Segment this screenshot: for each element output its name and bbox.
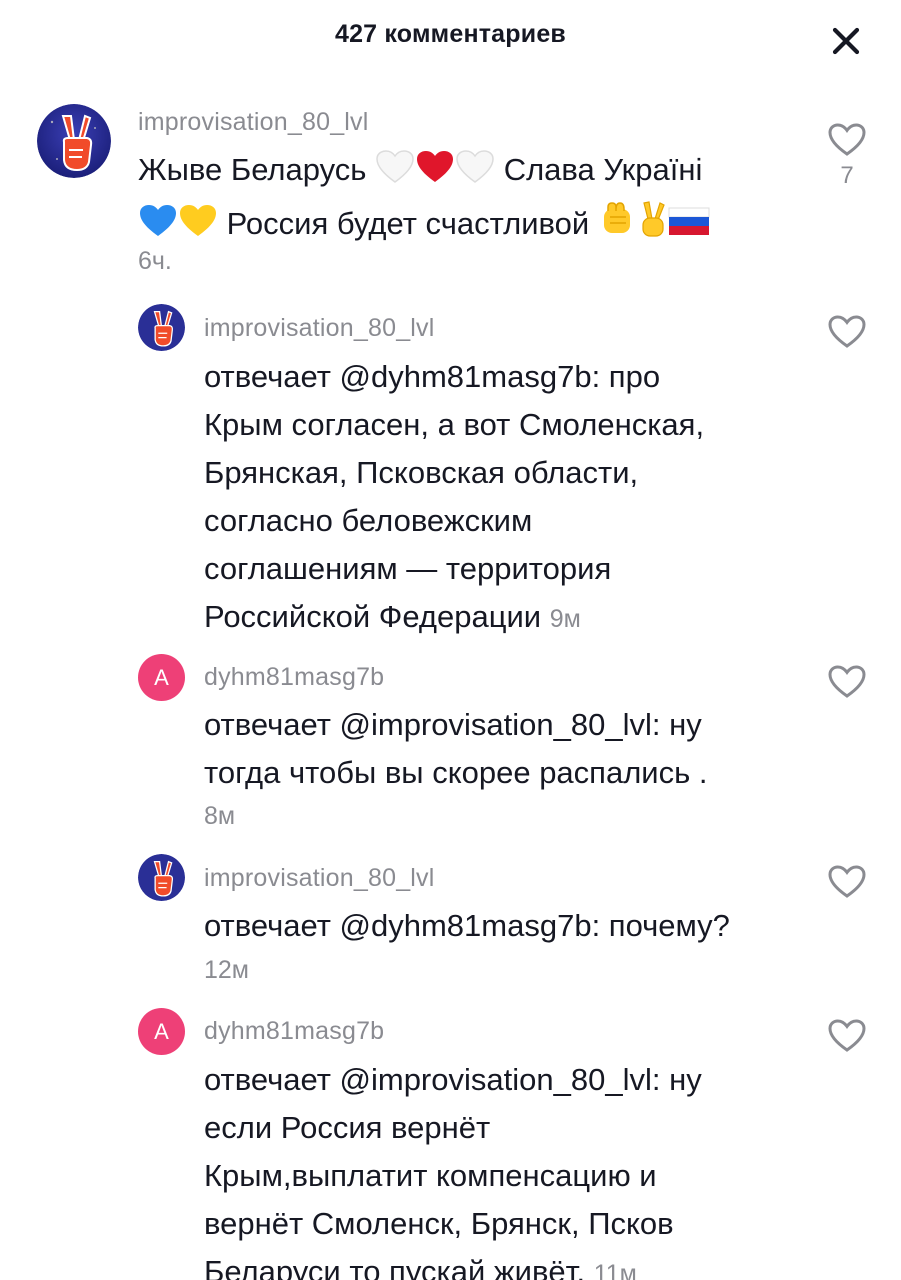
comment-text-part: Жыве Беларусь	[138, 152, 376, 187]
reply-line: Крым согласен, а вот Смоленская,	[204, 407, 705, 442]
like-button[interactable]	[825, 310, 869, 354]
comment-item: improvisation_80_lvl Жыве Беларусь Слава…	[0, 0, 901, 290]
avatar-letter: A	[138, 1008, 185, 1055]
avatar[interactable]: A	[138, 1008, 185, 1055]
mention-link[interactable]: @improvisation_80_lvl	[340, 707, 652, 742]
reply-line: : про	[591, 359, 661, 394]
reply-username[interactable]: improvisation_80_lvl	[204, 864, 435, 893]
reply-line: : почему?	[591, 908, 730, 943]
reply-text: отвечает @dyhm81masg7b: почему?	[204, 902, 804, 950]
yellow-heart-icon	[178, 203, 218, 253]
like-button[interactable]	[825, 660, 869, 704]
reply-prefix: отвечает	[204, 359, 340, 394]
comment-time: 6ч.	[138, 247, 172, 275]
reply-line: Крым,выплатит компенсацию и	[204, 1158, 657, 1193]
reply-time: 11м	[593, 1260, 637, 1280]
reply-line: вернёт Смоленск, Брянск, Псков	[204, 1206, 674, 1241]
victory-hand-avatar	[138, 304, 185, 351]
victory-hand-icon	[636, 199, 668, 253]
avatar[interactable]: A	[138, 654, 185, 701]
reply-line: соглашениям — территория	[204, 551, 612, 586]
reply-line: тогда чтобы вы скорее распались .	[204, 755, 708, 790]
reply-time: 9м	[549, 605, 581, 633]
heart-outline-icon	[828, 1019, 866, 1052]
victory-hand-avatar	[37, 104, 111, 178]
reply-prefix: отвечает	[204, 1062, 340, 1097]
like-count: 7	[840, 162, 854, 189]
avatar[interactable]	[37, 104, 111, 178]
heart-outline-icon	[828, 315, 866, 348]
raised-fist-icon	[598, 199, 636, 253]
reply-prefix: отвечает	[204, 707, 340, 742]
reply-line: : ну	[651, 707, 702, 742]
reply-text: отвечает @improvisation_80_lvl: ну тогда…	[204, 701, 804, 797]
reply-username[interactable]: dyhm81masg7b	[204, 663, 384, 692]
mention-link[interactable]: @improvisation_80_lvl	[340, 1062, 652, 1097]
reply-time: 12м	[204, 956, 249, 984]
mention-link[interactable]: @dyhm81masg7b	[340, 908, 592, 943]
like-button[interactable]	[825, 860, 869, 904]
reply-line: Брянская, Псковская области,	[204, 455, 639, 490]
red-heart-icon	[415, 149, 455, 199]
white-heart-icon	[375, 149, 415, 199]
reply-text: отвечает @dyhm81masg7b: про Крым согласе…	[204, 353, 804, 643]
reply-line: Российской Федерации	[204, 599, 542, 634]
avatar[interactable]	[138, 304, 185, 351]
avatar[interactable]	[138, 854, 185, 901]
comment-username[interactable]: improvisation_80_lvl	[138, 108, 369, 137]
reply-line: согласно беловежским	[204, 503, 533, 538]
heart-outline-icon	[828, 123, 866, 156]
avatar-letter: A	[138, 654, 185, 701]
reply-line: : ну	[651, 1062, 702, 1097]
reply-line: Беларуси то пускай живёт.	[204, 1254, 586, 1280]
reply-text: отвечает @improvisation_80_lvl: ну если …	[204, 1056, 804, 1280]
blue-heart-icon	[138, 203, 178, 253]
like-button[interactable]	[825, 1014, 869, 1058]
comment-text-part: Слава Україні	[495, 152, 703, 187]
heart-outline-icon	[828, 665, 866, 698]
comment-text-part: Россия будет счастливой	[218, 206, 598, 241]
comment-text: Жыве Беларусь Слава Україні Россия будет…	[138, 146, 818, 253]
reply-username[interactable]: improvisation_80_lvl	[204, 314, 435, 343]
like-button[interactable]	[825, 118, 869, 162]
reply-username[interactable]: dyhm81masg7b	[204, 1017, 384, 1046]
victory-hand-avatar	[138, 854, 185, 901]
reply-prefix: отвечает	[204, 908, 340, 943]
russia-flag-icon	[668, 205, 710, 253]
reply-line: если Россия вернёт	[204, 1110, 491, 1145]
white-heart-icon	[455, 149, 495, 199]
mention-link[interactable]: @dyhm81masg7b	[340, 359, 592, 394]
heart-outline-icon	[828, 865, 866, 898]
reply-time: 8м	[204, 802, 236, 830]
